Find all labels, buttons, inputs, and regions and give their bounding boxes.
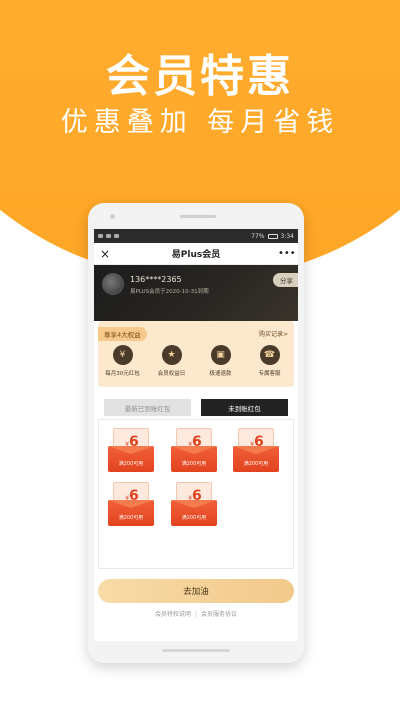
footer-separator: |: [194, 611, 198, 618]
headset-icon: ☎: [259, 345, 280, 365]
red-envelope: 满200可用: [171, 500, 217, 526]
wallet-icon: ▣: [210, 345, 231, 365]
envelope-flap: [171, 446, 217, 454]
notification-icon: [114, 234, 119, 238]
benefit-fast-refund[interactable]: ▣ 极速退款: [198, 345, 244, 377]
vip-day-icon: ★: [161, 345, 182, 365]
benefits-tag: 尊享4大权益: [98, 327, 147, 341]
member-header: 136****2365 易PLUS会员于2020-10-31到期 分享: [94, 265, 298, 321]
coupon-condition: 满200可用: [118, 515, 144, 521]
promo-subtitle: 优惠叠加 每月省钱: [60, 107, 340, 138]
coupon-card[interactable]: ¥6 满200可用: [108, 428, 154, 472]
coupon-condition: 满200可用: [181, 461, 207, 467]
footer-links: 会员特权说明 | 会员服务协议: [94, 609, 298, 618]
clock: 3:34: [280, 232, 294, 240]
battery-level: 77%: [251, 232, 265, 240]
benefit-vip-day[interactable]: ★ 会员权益日: [149, 345, 195, 377]
signal-icon: [98, 234, 103, 238]
status-bar: 77% 3:34: [94, 229, 298, 243]
member-phone: 136****2365: [130, 275, 182, 284]
red-envelope: 满200可用: [171, 446, 217, 472]
coupon-condition: 满200可用: [118, 461, 144, 467]
coupon-icon: ¥: [112, 345, 133, 365]
promo-title: 会员特惠: [106, 51, 294, 102]
phone-screen: 77% 3:34 × 易Plus会员 ••• 136****2365 易PLUS…: [94, 229, 298, 641]
battery-icon: [267, 233, 278, 239]
more-icon[interactable]: •••: [278, 248, 296, 259]
camera-dot: [110, 214, 115, 219]
coupon-card[interactable]: ¥6 满200可用: [233, 428, 279, 472]
coupon-card[interactable]: ¥6 满200可用: [108, 482, 154, 526]
red-envelope: 满200可用: [108, 500, 154, 526]
coupon-condition: 满200可用: [243, 461, 269, 467]
envelope-flap: [108, 446, 154, 454]
coupon-card[interactable]: ¥6 满200可用: [171, 428, 217, 472]
speaker-grille: [180, 215, 216, 218]
envelope-flap: [108, 500, 154, 508]
benefit-label: 专属客服: [258, 371, 281, 377]
status-right: 77% 3:34: [251, 233, 294, 240]
refuel-button[interactable]: 去加油: [98, 579, 294, 603]
coupon-card[interactable]: ¥6 满200可用: [171, 482, 217, 526]
share-button[interactable]: 分享: [273, 273, 298, 287]
envelope-flap: [171, 500, 217, 508]
avatar[interactable]: [102, 273, 124, 295]
phone-mockup: 77% 3:34 × 易Plus会员 ••• 136****2365 易PLUS…: [88, 203, 304, 663]
red-envelope: 满200可用: [108, 446, 154, 472]
privilege-terms-link[interactable]: 会员特权说明: [155, 611, 191, 618]
status-left: [98, 234, 119, 238]
envelope-flap: [233, 446, 279, 454]
benefit-customer-service[interactable]: ☎ 专属客服: [247, 345, 293, 377]
benefit-label: 每月30元红包: [105, 371, 140, 377]
benefit-monthly-coupon[interactable]: ¥ 每月30元红包: [100, 345, 146, 377]
member-expiry: 易PLUS会员于2020-10-31到期: [130, 289, 209, 295]
home-indicator: [162, 649, 230, 652]
benefit-label: 极速退款: [209, 371, 232, 377]
signal-icon: [106, 234, 111, 238]
tab-pending[interactable]: 未到账红包: [201, 399, 288, 416]
red-envelope: 满200可用: [233, 446, 279, 472]
benefits-card: 尊享4大权益 购买记录> ¥ 每月30元红包 ★ 会员权益日 ▣ 极速退款 ☎ …: [98, 321, 294, 387]
close-icon[interactable]: ×: [100, 247, 114, 261]
tab-received[interactable]: 最新已到账红包: [104, 399, 191, 416]
coupon-grid: ¥6 满200可用 ¥6 满200可用 ¥6 满200可用 ¥6 满200可用 …: [98, 419, 294, 569]
service-agreement-link[interactable]: 会员服务协议: [201, 611, 237, 618]
page-title: 易Plus会员: [171, 250, 221, 260]
nav-bar: × 易Plus会员 •••: [94, 243, 298, 265]
purchase-record-link[interactable]: 购买记录>: [259, 329, 288, 338]
coupon-tabs: 最新已到账红包 未到账红包: [104, 399, 288, 416]
benefits-row: ¥ 每月30元红包 ★ 会员权益日 ▣ 极速退款 ☎ 专属客服: [98, 345, 294, 377]
coupon-condition: 满200可用: [181, 515, 207, 521]
benefit-label: 会员权益日: [157, 371, 186, 377]
